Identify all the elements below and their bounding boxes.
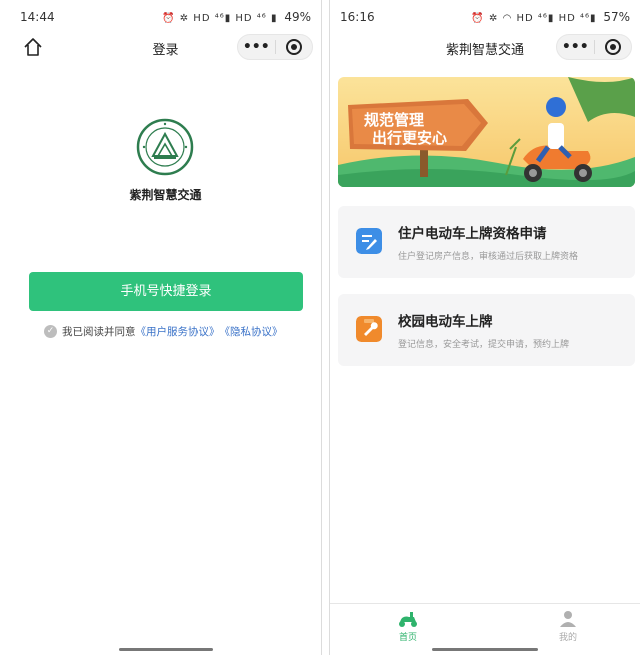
target-icon [604, 39, 621, 55]
agreement-prefix: 我已阅读并同意 [62, 326, 136, 338]
wrench-icon [356, 316, 382, 342]
banner-illustration: 规范管理 出行更安心 [338, 77, 635, 187]
scooter-icon [399, 612, 417, 627]
login-screen: 14:44 ⏰ ✲ HD ⁴⁶▮ HD ⁴⁶ ▮ 49% 登录 ••• 紫荆智慧… [10, 0, 321, 655]
banner-line2: 出行更安心 [372, 129, 447, 147]
tab-home[interactable]: 首页 [378, 610, 438, 643]
nav-bar: 登录 ••• [10, 34, 321, 62]
card-subtitle: 登记信息，安全考试，提交申请，预约上牌 [398, 340, 570, 350]
tab-mine[interactable]: 我的 [538, 610, 598, 643]
home-screen: 16:16 ⏰ ✲ ◠ HD ⁴⁶▮ HD ⁴⁶▮ 57% 紫荆智慧交通 ••• [330, 0, 640, 655]
status-icons: ⏰ ✲ ◠ HD ⁴⁶▮ HD ⁴⁶▮ [471, 13, 597, 24]
close-button[interactable] [275, 39, 312, 55]
target-icon [285, 39, 302, 55]
edit-icon [356, 228, 382, 254]
banner-line1: 规范管理 [364, 111, 424, 129]
card-subtitle: 住户登记房产信息，审核通过后获取上牌资格 [398, 252, 579, 262]
agreement-row: ✓ 我已阅读并同意 《用户服务协议》 《隐私协议》 [44, 324, 283, 339]
close-button[interactable] [594, 39, 631, 55]
tab-bar: 首页 我的 [330, 603, 640, 648]
agree-checkbox[interactable]: ✓ [44, 325, 57, 338]
university-logo [136, 118, 194, 176]
more-button[interactable]: ••• [557, 37, 594, 57]
brand-name: 紫荆智慧交通 [129, 188, 202, 202]
battery-level: 49% [284, 10, 311, 24]
miniprogram-capsule: ••• [556, 34, 632, 60]
status-time: 16:16 [340, 10, 375, 24]
nav-bar: 紫荆智慧交通 ••• [330, 34, 640, 62]
promo-banner[interactable]: 规范管理 出行更安心 [338, 77, 635, 187]
home-indicator [119, 648, 213, 651]
status-bar: 14:44 ⏰ ✲ HD ⁴⁶▮ HD ⁴⁶ ▮ 49% [10, 0, 321, 34]
user-icon [560, 611, 576, 627]
card-title: 住户电动车上牌资格申请 [398, 226, 547, 242]
status-time: 14:44 [20, 10, 55, 24]
user-agreement-link[interactable]: 《用户服务协议》 [136, 324, 220, 339]
phone-login-button[interactable]: 手机号快捷登录 [29, 272, 303, 311]
privacy-policy-link[interactable]: 《隐私协议》 [220, 324, 283, 339]
status-bar: 16:16 ⏰ ✲ ◠ HD ⁴⁶▮ HD ⁴⁶▮ 57% [330, 0, 640, 34]
battery-level: 57% [603, 10, 630, 24]
tab-label: 我的 [558, 633, 577, 643]
more-button[interactable]: ••• [238, 37, 275, 57]
resident-plate-application-card[interactable]: 住户电动车上牌资格申请 住户登记房产信息，审核通过后获取上牌资格 [338, 206, 635, 278]
campus-plate-card[interactable]: 校园电动车上牌 登记信息，安全考试，提交申请，预约上牌 [338, 294, 635, 366]
home-indicator [432, 648, 538, 651]
status-icons: ⏰ ✲ HD ⁴⁶▮ HD ⁴⁶ ▮ [162, 13, 278, 24]
card-title: 校园电动车上牌 [398, 314, 493, 330]
miniprogram-capsule: ••• [237, 34, 313, 60]
tab-label: 首页 [398, 633, 417, 643]
